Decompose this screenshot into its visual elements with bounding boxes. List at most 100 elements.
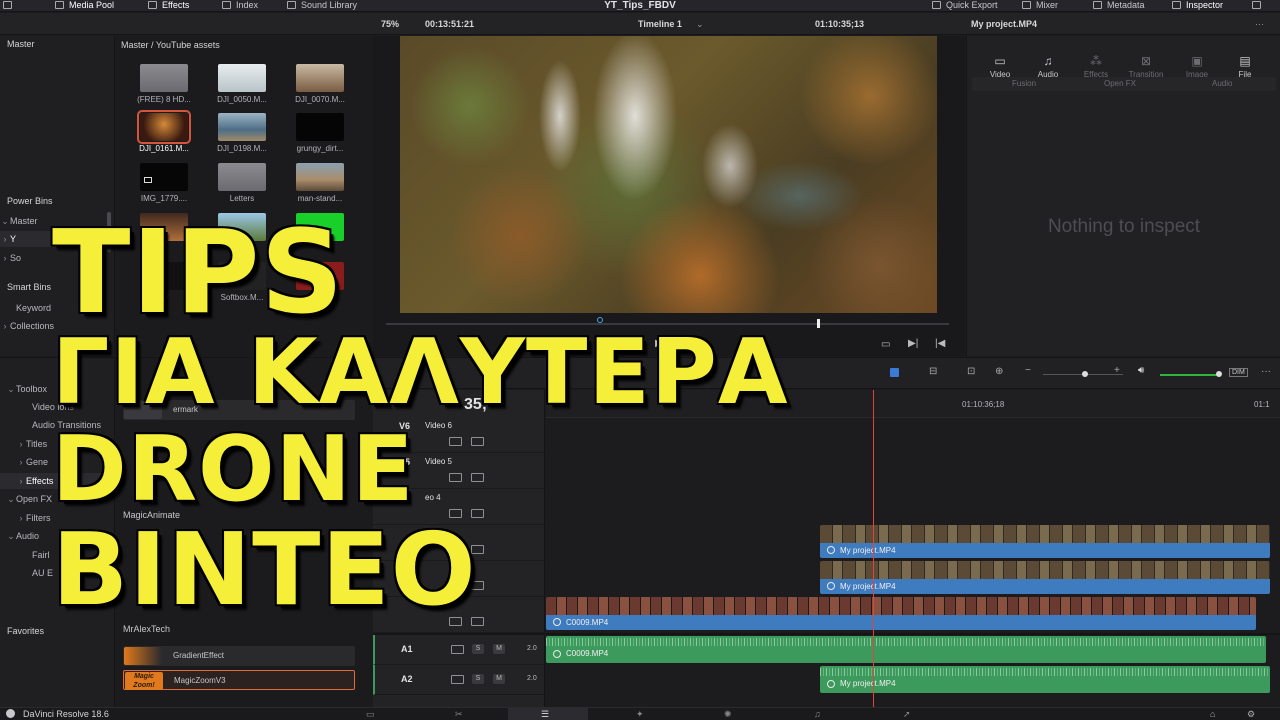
fx-item-magic-zoom[interactable]: Magic Zoom! MagicZoomV3 xyxy=(123,670,355,690)
master-bin[interactable]: Master xyxy=(7,39,35,49)
media-clip[interactable]: Eyy xyxy=(290,262,350,308)
sound-library-button[interactable]: Sound Library xyxy=(287,0,357,12)
timeline-view-icon[interactable]: ⊟ xyxy=(929,366,937,377)
fusion-page-icon[interactable]: ✦ xyxy=(636,709,644,720)
media-clip[interactable] xyxy=(290,213,350,259)
zoom-slider-knob[interactable] xyxy=(1082,371,1088,377)
media-clip[interactable]: DJI_0050.M... xyxy=(212,64,272,110)
auto-select-icon[interactable] xyxy=(449,509,462,518)
fx-item-gradient-effect[interactable]: GradientEffect xyxy=(123,646,355,666)
tab-audio[interactable]: ♫ Audio xyxy=(1024,54,1072,79)
timeline-playhead[interactable] xyxy=(873,390,874,707)
track-visibility-icon[interactable] xyxy=(471,509,484,518)
inspector-button[interactable]: Inspector xyxy=(1172,0,1223,12)
media-clip[interactable]: DJI_0070.M... xyxy=(290,64,350,110)
mute-button[interactable]: M xyxy=(493,674,505,684)
cut-page-icon[interactable]: ✂︎ xyxy=(455,709,463,720)
last-frame-icon[interactable]: |◀ xyxy=(935,338,945,349)
timeline-clip-v3[interactable]: My project.MP4 xyxy=(820,525,1270,558)
play-icon[interactable]: ▶ xyxy=(655,338,663,349)
tab-transition[interactable]: ⊠ Transition xyxy=(1122,54,1170,79)
timeline-clip-v1[interactable]: C0009.MP4 xyxy=(546,597,1256,630)
scrubber-playhead[interactable] xyxy=(817,319,820,328)
tree-filters[interactable]: › Filters xyxy=(0,510,115,526)
tree-effects[interactable]: › Effects xyxy=(0,473,115,489)
auto-select-icon[interactable] xyxy=(449,437,462,446)
volume-slider[interactable] xyxy=(1160,374,1218,376)
auto-select-icon[interactable] xyxy=(451,645,464,654)
media-clip[interactable]: DJI_0161.M... xyxy=(134,110,194,159)
color-page-icon[interactable]: ✺ xyxy=(724,709,732,720)
volume-slider-knob[interactable] xyxy=(1216,371,1222,377)
media-clip[interactable]: Letters xyxy=(212,163,272,209)
zoom-level[interactable]: 75% xyxy=(381,13,399,35)
tab-file[interactable]: ▤ File xyxy=(1221,54,1269,79)
subtab-open-fx[interactable]: Open FX xyxy=(1104,77,1136,91)
tree-audio-transitions[interactable]: Audio Transitions xyxy=(0,417,115,433)
timeline-selector[interactable]: Timeline 1 xyxy=(638,13,682,35)
effects-button[interactable]: Effects xyxy=(148,0,189,12)
more-icon[interactable]: ··· xyxy=(1255,13,1264,35)
collapse-icon[interactable] xyxy=(1252,0,1266,12)
auto-select-icon[interactable] xyxy=(449,617,462,626)
media-clip[interactable]: ay xyxy=(134,262,194,308)
track-header-v1[interactable] xyxy=(373,597,545,633)
tree-fairlight-fx[interactable]: Fairl xyxy=(0,547,115,563)
home-icon[interactable]: ⌂ xyxy=(1210,709,1215,719)
tab-image[interactable]: ▣ Image xyxy=(1173,54,1221,79)
auto-select-icon[interactable] xyxy=(449,473,462,482)
layout-icon[interactable] xyxy=(3,0,17,12)
media-clip[interactable]: grungy_dirt... xyxy=(290,113,350,159)
smart-bin-collections[interactable]: › Collections xyxy=(0,318,115,334)
metadata-button[interactable]: Metadata xyxy=(1093,0,1145,12)
index-button[interactable]: Index xyxy=(222,0,258,12)
tab-effects[interactable]: ⁂ Effects xyxy=(1072,54,1120,79)
zoom-in-icon[interactable]: ⊕ xyxy=(995,366,1003,377)
timeline-clip-a2[interactable]: My project.MP4 xyxy=(820,666,1270,693)
media-clip[interactable] xyxy=(134,213,194,259)
track-header-a2[interactable]: A2 S M 2.0 xyxy=(373,665,545,695)
subtab-fusion[interactable]: Fusion xyxy=(1012,77,1036,91)
power-bin-master[interactable]: ⌄Master xyxy=(0,213,115,229)
smart-bin-keywords[interactable]: Keyword xyxy=(0,300,115,316)
track-visibility-icon[interactable] xyxy=(471,581,484,590)
mixer-button[interactable]: Mixer xyxy=(1022,0,1058,12)
speaker-icon[interactable]: 🔊︎ xyxy=(1138,365,1144,376)
power-bin-youtube[interactable]: › Y xyxy=(0,231,115,247)
tree-au-effects[interactable]: AU E xyxy=(0,565,115,581)
track-visibility-icon[interactable] xyxy=(471,545,484,554)
media-pool-button[interactable]: Media Pool xyxy=(55,0,114,12)
more-icon[interactable]: ··· xyxy=(1261,366,1271,377)
flag-icon[interactable] xyxy=(890,368,899,377)
tree-open-fx[interactable]: ⌄Open FX xyxy=(0,491,115,507)
media-clip[interactable]: Softbox.M... xyxy=(212,262,272,308)
media-page-icon[interactable]: ▭ xyxy=(366,709,375,720)
media-clip[interactable]: (FREE) 8 HD... xyxy=(134,64,194,110)
timeline-clip-a1[interactable]: C0009.MP4 xyxy=(546,636,1266,663)
loop-icon[interactable]: ▭ xyxy=(881,339,890,350)
track-name[interactable]: Video 5 xyxy=(425,457,452,466)
next-frame-icon[interactable]: ▶| xyxy=(908,338,918,349)
track-header-v5[interactable]: V5 Video 5 xyxy=(373,453,545,489)
fx-item-watermark[interactable]: ermark xyxy=(123,400,355,420)
in-point-marker[interactable] xyxy=(597,317,603,323)
zoom-out-button[interactable]: − xyxy=(1025,365,1031,376)
track-visibility-icon[interactable] xyxy=(471,437,484,446)
fairlight-page-icon[interactable]: ♫ xyxy=(814,709,821,719)
mute-button[interactable]: M xyxy=(493,644,505,654)
track-header-a1[interactable]: A1 S M 2.0 xyxy=(373,635,545,665)
tree-audio-fx[interactable]: ⌄Audio xyxy=(0,528,115,544)
track-visibility-icon[interactable] xyxy=(471,473,484,482)
timeline-ruler[interactable]: 01:10:36;18 01:1 xyxy=(546,390,1280,418)
auto-select-icon[interactable] xyxy=(451,675,464,684)
auto-select-icon[interactable] xyxy=(449,545,462,554)
tree-generators[interactable]: › Gene xyxy=(0,454,115,470)
fx-group-mralextech[interactable]: MrAlexTech xyxy=(123,621,363,637)
track-name[interactable]: eo 4 xyxy=(425,493,441,502)
viewer-scrubber[interactable] xyxy=(386,323,949,325)
auto-select-icon[interactable] xyxy=(449,581,462,590)
solo-button[interactable]: S xyxy=(472,674,484,684)
tree-toolbox[interactable]: ⌄Toolbox xyxy=(0,381,115,397)
media-clip[interactable] xyxy=(212,213,272,259)
video-preview[interactable] xyxy=(400,36,937,313)
